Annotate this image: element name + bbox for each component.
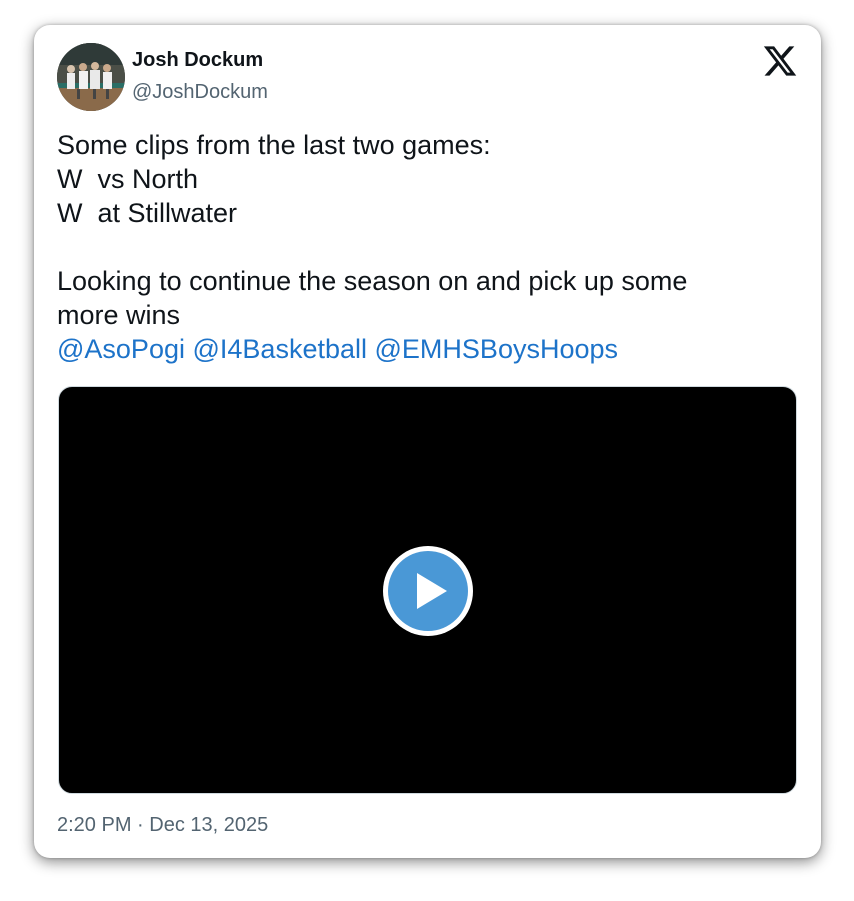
- tweet-line: Looking to continue the season on and pi…: [57, 266, 688, 296]
- author-handle[interactable]: @JoshDockum: [132, 81, 268, 104]
- author-avatar[interactable]: [57, 43, 125, 111]
- tweet-card: Josh Dockum @JoshDockum Some clips from …: [34, 25, 821, 858]
- mention-link[interactable]: @AsoPogi: [57, 334, 185, 364]
- tweet-timestamp[interactable]: 2:20 PM · Dec 13, 2025: [57, 814, 268, 837]
- x-logo-icon[interactable]: [762, 43, 798, 79]
- mentions-line: @AsoPogi @I4Basketball @EMHSBoysHoops: [57, 332, 787, 366]
- tweet-text: Some clips from the last two games: W vs…: [57, 128, 787, 366]
- avatar-photo: [57, 43, 125, 111]
- tweet-line: more wins: [57, 300, 181, 330]
- author-name[interactable]: Josh Dockum: [132, 49, 263, 72]
- mention-link[interactable]: @I4Basketball: [193, 334, 368, 364]
- tweet-line: Some clips from the last two games:: [57, 130, 491, 160]
- video-player[interactable]: [58, 386, 797, 794]
- tweet-line: W vs North: [57, 164, 199, 194]
- play-icon[interactable]: [381, 544, 475, 638]
- tweet-line: W at Stillwater: [57, 198, 238, 228]
- mention-link[interactable]: @EMHSBoysHoops: [375, 334, 619, 364]
